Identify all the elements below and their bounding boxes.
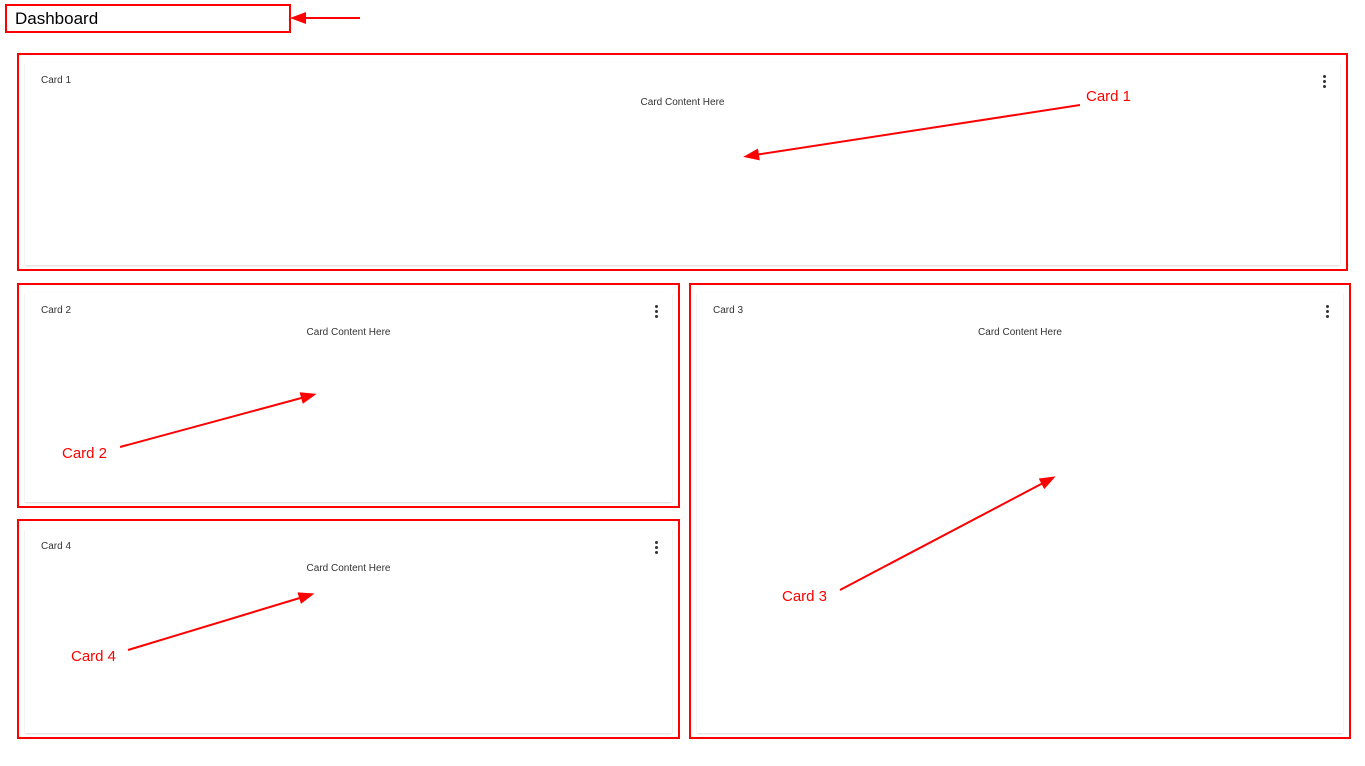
card-2-content: Card Content Here xyxy=(25,327,672,338)
card-1-inner: Card 1 Card Content Here xyxy=(25,63,1340,265)
card-2: Card 2 Card Content Here xyxy=(17,283,680,508)
card-3-content: Card Content Here xyxy=(697,327,1343,338)
more-vert-icon[interactable] xyxy=(648,539,664,555)
annotation-label-card1: Card 1 xyxy=(1086,88,1131,105)
annotation-label-card3: Card 3 xyxy=(782,588,827,605)
card-4: Card 4 Card Content Here xyxy=(17,519,680,739)
card-3: Card 3 Card Content Here xyxy=(689,283,1351,739)
card-2-inner: Card 2 Card Content Here xyxy=(25,293,672,502)
arrow-to-title xyxy=(290,8,370,28)
card-2-title: Card 2 xyxy=(41,305,71,316)
page-title: Dashboard xyxy=(15,9,98,28)
card-3-title: Card 3 xyxy=(713,305,743,316)
card-1-title: Card 1 xyxy=(41,75,71,86)
more-vert-icon[interactable] xyxy=(1316,73,1332,89)
card-3-inner: Card 3 Card Content Here xyxy=(697,293,1343,733)
annotation-label-card4: Card 4 xyxy=(71,648,116,665)
card-4-title: Card 4 xyxy=(41,541,71,552)
more-vert-icon[interactable] xyxy=(648,303,664,319)
card-4-content: Card Content Here xyxy=(25,563,672,574)
more-vert-icon[interactable] xyxy=(1319,303,1335,319)
card-4-inner: Card 4 Card Content Here xyxy=(25,529,672,733)
card-1: Card 1 Card Content Here xyxy=(17,53,1348,271)
annotation-label-card2: Card 2 xyxy=(62,445,107,462)
page-title-box: Dashboard xyxy=(5,4,291,33)
card-1-content: Card Content Here xyxy=(25,97,1340,108)
